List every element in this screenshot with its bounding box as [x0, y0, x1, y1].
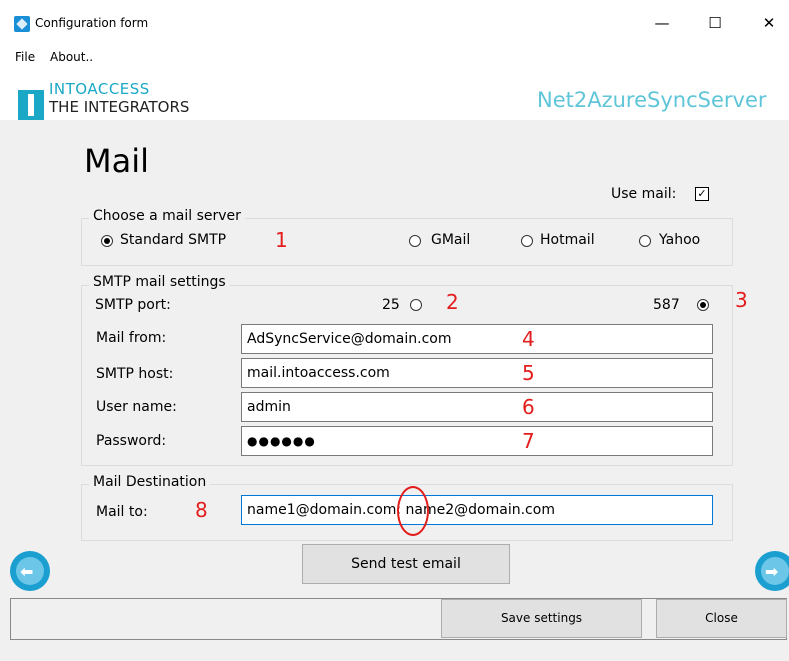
brand-name: INTOACCESS	[49, 80, 150, 98]
annotation-7: 7	[522, 429, 535, 453]
yahoo-label: Yahoo	[659, 232, 701, 248]
menu-file[interactable]: File	[15, 50, 35, 64]
user-name-input[interactable]: admin	[241, 392, 713, 422]
port-25-radio[interactable]	[410, 299, 422, 311]
mail-from-label: Mail from:	[96, 330, 167, 346]
mail-to-label: Mail to:	[96, 504, 148, 520]
mail-destination-legend: Mail Destination	[89, 474, 211, 490]
intoaccess-logo-icon	[18, 90, 44, 120]
standard-smtp-radio[interactable]	[101, 235, 113, 247]
mail-from-input[interactable]: AdSyncService@domain.com	[241, 324, 713, 354]
hotmail-radio[interactable]	[521, 235, 533, 247]
annotation-2: 2	[446, 290, 459, 314]
annotation-6: 6	[522, 395, 535, 419]
smtp-settings-legend: SMTP mail settings	[89, 274, 230, 290]
standard-smtp-label: Standard SMTP	[120, 232, 227, 248]
port-587-label: 587	[653, 297, 680, 313]
gmail-radio[interactable]	[409, 235, 421, 247]
yahoo-radio[interactable]	[639, 235, 651, 247]
minimize-button[interactable]: —	[642, 8, 682, 38]
password-label: Password:	[96, 433, 167, 449]
port-25-label: 25	[382, 297, 400, 313]
hotmail-label: Hotmail	[540, 232, 595, 248]
user-name-label: User name:	[96, 399, 177, 415]
separator-highlight-circle	[397, 486, 429, 536]
smtp-host-label: SMTP host:	[96, 366, 174, 382]
save-settings-button[interactable]: Save settings	[441, 599, 642, 638]
annotation-5: 5	[522, 361, 535, 385]
mail-to-input[interactable]: name1@domain.com; name2@domain.com	[241, 495, 713, 525]
send-test-email-button[interactable]: Send test email	[302, 544, 510, 584]
maximize-button[interactable]: ☐	[695, 8, 735, 38]
annotation-3: 3	[735, 288, 748, 312]
menu-bar	[0, 46, 789, 68]
menu-about[interactable]: About..	[50, 50, 93, 64]
app-icon	[14, 16, 30, 32]
close-window-button[interactable]: ✕	[749, 8, 789, 38]
page-title: Mail	[84, 142, 149, 180]
mail-server-legend: Choose a mail server	[89, 208, 245, 224]
brand-tagline: THE INTEGRATORS	[49, 98, 190, 116]
smtp-host-input[interactable]: mail.intoaccess.com	[241, 358, 713, 388]
close-button[interactable]: Close	[656, 599, 787, 638]
window-title: Configuration form	[35, 16, 149, 30]
smtp-port-label: SMTP port:	[95, 297, 171, 313]
password-input[interactable]: ●●●●●●	[241, 426, 713, 456]
use-mail-label: Use mail:	[611, 186, 677, 202]
app-name: Net2AzureSyncServer	[537, 88, 767, 112]
arrow-left-glyph: ⬅	[20, 562, 34, 581]
port-587-radio[interactable]	[697, 299, 709, 311]
annotation-8: 8	[195, 498, 208, 522]
gmail-label: GMail	[431, 232, 471, 248]
annotation-4: 4	[522, 327, 535, 351]
arrow-right-glyph: ➡	[765, 562, 779, 581]
use-mail-checkbox[interactable]: ✓	[695, 187, 709, 201]
annotation-1: 1	[275, 228, 288, 252]
